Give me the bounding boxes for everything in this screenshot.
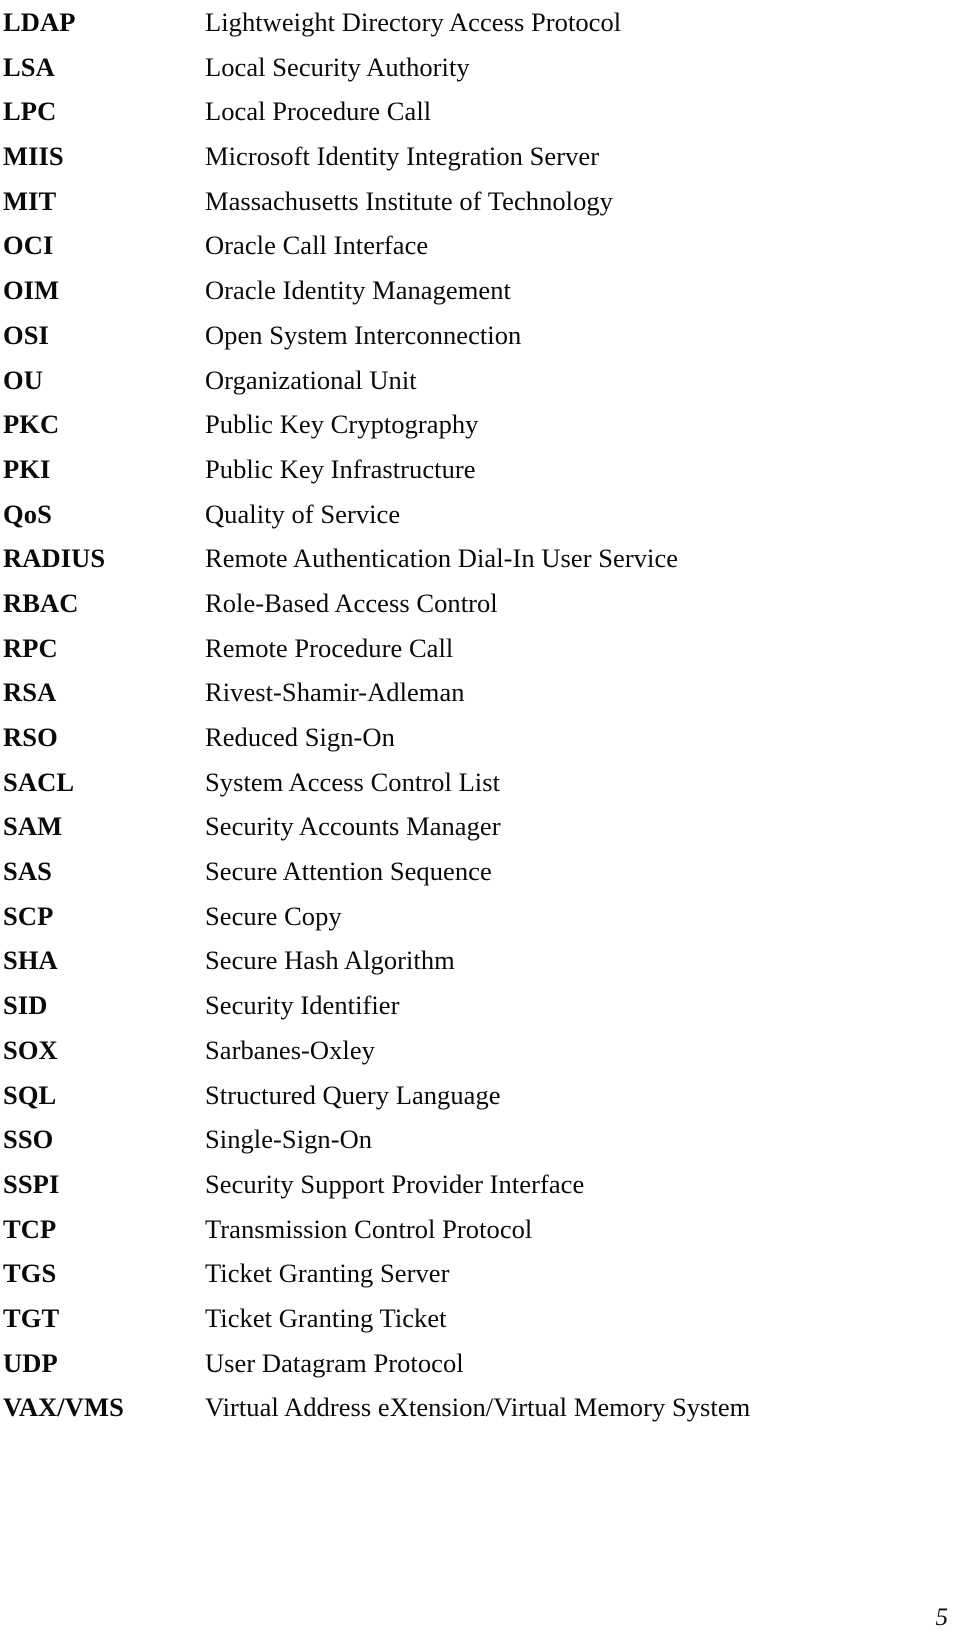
abbreviation-definition: Reduced Sign-On: [205, 722, 395, 752]
abbreviation-term: TGS: [3, 1258, 57, 1289]
abbreviation-definition: Role-Based Access Control: [205, 587, 498, 618]
abbreviation-term: VAX/VMS: [3, 1392, 124, 1423]
abbreviations-glossary-list: LDAP Lightweight Directory Access Protoco…: [0, 0, 960, 1430]
abbreviation-term: RSO: [3, 722, 58, 752]
abbreviation-term: LPC: [3, 96, 57, 127]
abbreviation-term: RBAC: [3, 587, 79, 618]
glossary-row: OU Organizational Unit: [0, 358, 960, 403]
abbreviation-term: LSA: [3, 51, 55, 82]
glossary-row: RSO Reduced Sign-On: [0, 715, 960, 760]
glossary-row: PKC Public Key Cryptography: [0, 402, 960, 447]
glossary-row: TGT Ticket Granting Ticket: [0, 1296, 960, 1341]
glossary-row: TCP Transmission Control Protocol: [0, 1207, 960, 1252]
page-number: 5: [935, 1604, 949, 1631]
abbreviation-term: MIT: [3, 185, 57, 216]
abbreviation-term: OCI: [3, 230, 54, 261]
abbreviation-term: SCP: [3, 900, 54, 931]
abbreviation-term: SOX: [3, 1034, 58, 1065]
glossary-row: LPC Local Procedure Call: [0, 89, 960, 134]
abbreviation-definition: Rivest-Shamir-Adleman: [205, 677, 465, 708]
glossary-row: LSA Local Security Authority: [0, 45, 960, 90]
abbreviation-term: RSA: [3, 677, 57, 708]
glossary-row: RADIUS Remote Authentication Dial-In User…: [0, 536, 960, 581]
abbreviation-term: SQL: [3, 1079, 57, 1110]
glossary-row: VAX/VMS Virtual Address eXtension/Virtual…: [0, 1385, 960, 1430]
abbreviation-term: QoS: [3, 498, 52, 529]
abbreviation-term: SACL: [3, 766, 75, 797]
abbreviation-definition: Microsoft Identity Integration Server: [205, 141, 600, 172]
glossary-row: SCP Secure Copy: [0, 894, 960, 939]
abbreviation-definition: Structured Query Language: [205, 1079, 501, 1110]
glossary-row: SAS Secure Attention Sequence: [0, 849, 960, 894]
abbreviation-term: MIIS: [3, 141, 64, 172]
abbreviation-definition: User Datagram Protocol: [205, 1347, 464, 1378]
abbreviation-definition: Security Support Provider Interface: [205, 1168, 585, 1199]
abbreviation-definition: Transmission Control Protocol: [205, 1213, 533, 1244]
glossary-row: UDP User Datagram Protocol: [0, 1341, 960, 1386]
abbreviation-definition: Oracle Identity Management: [205, 275, 511, 306]
glossary-row: SID Security Identifier: [0, 983, 960, 1028]
glossary-row: SSPI Security Support Provider Interface: [0, 1162, 960, 1207]
abbreviation-term: UDP: [3, 1347, 58, 1378]
glossary-row: MIIS Microsoft Identity Integration Serve…: [0, 134, 960, 179]
abbreviation-term: OU: [3, 364, 43, 395]
glossary-row: TGS Ticket Granting Server: [0, 1251, 960, 1296]
abbreviation-term: SSO: [3, 1124, 54, 1155]
abbreviation-definition: Ticket Granting Ticket: [205, 1302, 447, 1333]
abbreviation-definition: Sarbanes-Oxley: [205, 1034, 375, 1065]
abbreviation-definition: Organizational Unit: [205, 364, 417, 395]
abbreviation-definition: Remote Procedure Call: [205, 632, 454, 663]
glossary-row: RPC Remote Procedure Call: [0, 626, 960, 671]
abbreviation-term: SAS: [3, 856, 52, 887]
abbreviation-definition: Lightweight Directory Access Protocol: [205, 7, 622, 37]
glossary-row: SOX Sarbanes-Oxley: [0, 1028, 960, 1073]
abbreviation-term: OIM: [3, 275, 60, 306]
glossary-row: SACL System Access Control List: [0, 760, 960, 805]
abbreviation-definition: Single-Sign-On: [205, 1124, 373, 1155]
abbreviation-definition: Ticket Granting Server: [205, 1258, 450, 1289]
abbreviation-term: SSPI: [3, 1168, 60, 1199]
glossary-row: QoS Quality of Service: [0, 492, 960, 537]
abbreviation-term: TGT: [3, 1302, 60, 1333]
glossary-row: OSI Open System Interconnection: [0, 313, 960, 358]
abbreviation-term: TCP: [3, 1213, 57, 1244]
abbreviation-definition: Quality of Service: [205, 498, 401, 529]
glossary-row: PKI Public Key Infrastructure: [0, 447, 960, 492]
glossary-row: RSA Rivest-Shamir-Adleman: [0, 670, 960, 715]
abbreviation-term: LDAP: [3, 7, 76, 37]
abbreviation-definition: Local Procedure Call: [205, 96, 432, 127]
glossary-row: OCI Oracle Call Interface: [0, 223, 960, 268]
abbreviation-definition: Public Key Cryptography: [205, 409, 479, 440]
abbreviation-definition: Security Accounts Manager: [205, 811, 501, 842]
abbreviation-definition: Massachusetts Institute of Technology: [205, 185, 613, 216]
abbreviation-term: SAM: [3, 811, 63, 842]
abbreviation-definition: Remote Authentication Dial-In User Servi…: [205, 543, 679, 574]
abbreviation-definition: Secure Attention Sequence: [205, 856, 492, 887]
glossary-row: LDAP Lightweight Directory Access Protoco…: [0, 0, 960, 45]
abbreviation-term: PKC: [3, 409, 60, 440]
abbreviation-definition: System Access Control List: [205, 766, 500, 797]
abbreviation-definition: Virtual Address eXtension/Virtual Memory…: [205, 1392, 751, 1423]
glossary-row: MIT Massachusetts Institute of Technology: [0, 179, 960, 224]
abbreviation-term: PKI: [3, 453, 51, 484]
glossary-row: OIM Oracle Identity Management: [0, 268, 960, 313]
glossary-row: SAM Security Accounts Manager: [0, 804, 960, 849]
abbreviation-definition: Oracle Call Interface: [205, 230, 429, 261]
abbreviation-term: OSI: [3, 319, 49, 350]
abbreviation-term: SHA: [3, 945, 58, 976]
abbreviation-definition: Public Key Infrastructure: [205, 453, 476, 484]
glossary-row: RBAC Role-Based Access Control: [0, 581, 960, 626]
abbreviation-definition: Secure Copy: [205, 900, 342, 931]
abbreviation-term: RADIUS: [3, 543, 106, 574]
abbreviation-definition: Open System Interconnection: [205, 319, 522, 350]
abbreviation-term: RPC: [3, 632, 58, 663]
abbreviation-term: SID: [3, 990, 48, 1021]
glossary-row: SQL Structured Query Language: [0, 1073, 960, 1118]
abbreviation-definition: Security Identifier: [205, 990, 400, 1021]
glossary-row: SSO Single-Sign-On: [0, 1117, 960, 1162]
abbreviation-definition: Local Security Authority: [205, 51, 470, 82]
glossary-row: SHA Secure Hash Algorithm: [0, 938, 960, 983]
abbreviation-definition: Secure Hash Algorithm: [205, 945, 455, 976]
